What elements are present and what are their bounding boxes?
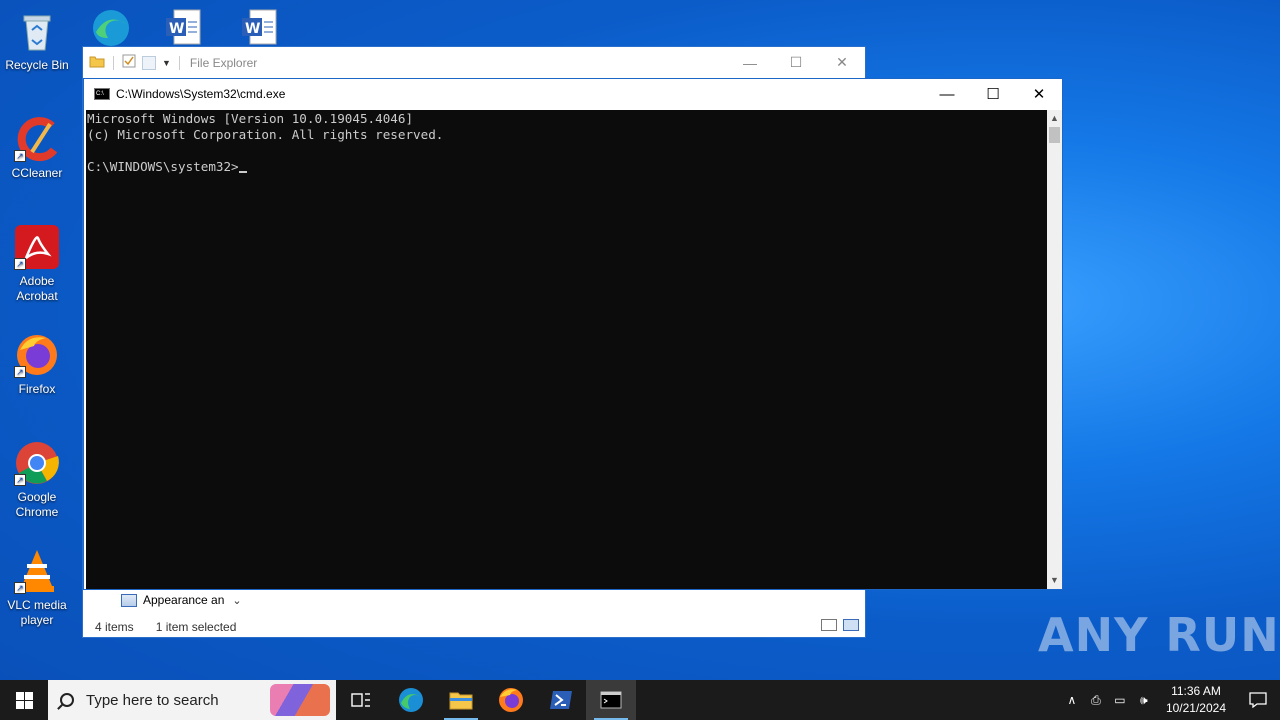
- desktop-icon-google-chrome[interactable]: ↗ Google Chrome: [0, 440, 74, 520]
- window-title: C:\Windows\System32\cmd.exe: [116, 87, 286, 101]
- chrome-icon: ↗: [14, 440, 60, 486]
- details-view-icon[interactable]: [821, 619, 837, 631]
- desktop-icon-label: Adobe Acrobat: [16, 274, 58, 303]
- start-button[interactable]: [0, 680, 48, 720]
- ccleaner-icon: ↗: [14, 116, 60, 162]
- desktop-icon-label: VLC media player: [7, 598, 67, 627]
- folder-icon: [89, 54, 105, 71]
- vlc-icon: ↗: [14, 548, 60, 594]
- search-highlight-image: [270, 684, 330, 716]
- firefox-icon: [499, 688, 523, 712]
- new-folder-icon[interactable]: [142, 55, 156, 70]
- maximize-button[interactable]: ☐: [970, 79, 1016, 109]
- task-view-icon: [351, 693, 370, 707]
- console-prompt: C:\WINDOWS\system32>: [87, 159, 239, 174]
- word-document-icon[interactable]: W: [240, 8, 286, 48]
- status-bar: 4 items 1 item selected: [95, 620, 236, 634]
- system-tray: ∧ ⎙ ▭ 🕪 11:36 AM 10/21/2024: [1060, 680, 1280, 720]
- cmd-icon: [600, 691, 622, 709]
- desktop-icon-vlc[interactable]: ↗ VLC media player: [0, 548, 74, 628]
- explorer-titlebar[interactable]: ▼ File Explorer — ☐ ✕: [83, 47, 865, 78]
- minimize-button[interactable]: —: [924, 79, 970, 109]
- action-center-button[interactable]: [1236, 680, 1280, 720]
- item-label: Appearance an: [143, 593, 225, 607]
- maximize-button[interactable]: ☐: [773, 48, 819, 78]
- device-icon[interactable]: ⎙: [1084, 693, 1108, 708]
- clock-date: 10/21/2024: [1165, 701, 1226, 715]
- cmd-app-icon: C:\: [94, 88, 110, 100]
- vertical-scrollbar[interactable]: ▲ ▼: [1047, 110, 1062, 589]
- edge-icon: [399, 688, 423, 712]
- properties-icon[interactable]: [122, 54, 136, 71]
- shortcut-arrow-icon: ↗: [14, 258, 26, 270]
- toolbar-divider: [113, 55, 114, 70]
- firefox-icon: ↗: [14, 332, 60, 378]
- svg-text:W: W: [169, 21, 184, 37]
- powershell-icon: [550, 691, 572, 709]
- chevron-up-icon[interactable]: ∧: [1060, 693, 1084, 707]
- recycle-bin-icon: [14, 8, 60, 54]
- desktop-icon-label: Google Chrome: [15, 490, 59, 519]
- window-title: File Explorer: [189, 55, 258, 70]
- shortcut-arrow-icon: ↗: [14, 474, 26, 486]
- svg-text:W: W: [245, 21, 260, 37]
- desktop-icon-recycle-bin[interactable]: Recycle Bin: [0, 8, 74, 73]
- search-placeholder: Type here to search: [86, 691, 219, 709]
- large-icons-view-icon[interactable]: [843, 619, 859, 631]
- adobe-acrobat-icon: ↗: [14, 224, 60, 270]
- desktop-icon-label: Recycle Bin: [5, 58, 69, 72]
- desktop-icon-adobe-acrobat[interactable]: ↗ Adobe Acrobat: [0, 224, 74, 304]
- notification-icon: [1249, 692, 1267, 708]
- item-count: 4 items: [95, 620, 134, 634]
- word-document-icon[interactable]: W: [164, 8, 210, 48]
- edge-desktop-icon[interactable]: [88, 6, 134, 46]
- minimize-button[interactable]: —: [727, 48, 773, 78]
- volume-icon[interactable]: 🕪: [1132, 693, 1156, 708]
- scroll-down-icon[interactable]: ▼: [1047, 572, 1062, 589]
- shortcut-arrow-icon: ↗: [14, 582, 26, 594]
- close-button[interactable]: ✕: [819, 48, 865, 78]
- taskbar-clock[interactable]: 11:36 AM 10/21/2024: [1156, 683, 1236, 717]
- taskbar-search-box[interactable]: Type here to search: [48, 680, 336, 720]
- desktop-icon-label: CCleaner: [11, 166, 63, 180]
- search-icon: [60, 693, 74, 707]
- anyrun-watermark: ANY RUN: [1038, 608, 1280, 662]
- taskbar-file-explorer[interactable]: [436, 680, 486, 720]
- console-prompt-line[interactable]: C:\WINDOWS\system32>: [87, 159, 1048, 175]
- toolbar-divider: [178, 55, 180, 70]
- scroll-up-icon[interactable]: ▲: [1047, 110, 1062, 127]
- taskbar-powershell[interactable]: [536, 680, 586, 720]
- scroll-thumb[interactable]: [1049, 127, 1060, 143]
- taskbar-firefox[interactable]: [486, 680, 536, 720]
- taskbar-cmd[interactable]: [586, 680, 636, 720]
- shortcut-arrow-icon: ↗: [14, 366, 26, 378]
- control-panel-icon: [121, 593, 137, 607]
- network-icon[interactable]: ▭: [1108, 693, 1132, 707]
- console-line: (c) Microsoft Corporation. All rights re…: [87, 127, 444, 142]
- cmd-window[interactable]: C:\ C:\Windows\System32\cmd.exe — ☐ ✕ Mi…: [83, 78, 1063, 590]
- chevron-down-icon[interactable]: ▼: [162, 58, 171, 68]
- console-output[interactable]: Microsoft Windows [Version 10.0.19045.40…: [86, 110, 1048, 589]
- taskbar: Type here to search ∧ ⎙ ▭ 🕪 11:36 AM 10/…: [0, 680, 1280, 720]
- taskbar-edge[interactable]: [386, 680, 436, 720]
- folder-icon: [449, 692, 473, 710]
- chevron-down-icon[interactable]: ⌄: [232, 594, 241, 607]
- clock-time: 11:36 AM: [1171, 684, 1221, 698]
- windows-logo-icon: [15, 691, 33, 709]
- list-item[interactable]: Appearance an ⌄: [121, 593, 242, 607]
- cmd-titlebar[interactable]: C:\ C:\Windows\System32\cmd.exe — ☐ ✕: [84, 79, 1062, 109]
- desktop-icon-label: Firefox: [18, 382, 56, 396]
- console-line: Microsoft Windows [Version 10.0.19045.40…: [87, 111, 414, 126]
- text-cursor: [238, 171, 247, 173]
- desktop-icon-ccleaner[interactable]: ↗ CCleaner: [0, 116, 74, 181]
- task-view-button[interactable]: [336, 680, 386, 720]
- close-button[interactable]: ✕: [1016, 79, 1062, 109]
- shortcut-arrow-icon: ↗: [14, 150, 26, 162]
- desktop-icon-firefox[interactable]: ↗ Firefox: [0, 332, 74, 397]
- selection-count: 1 item selected: [155, 620, 237, 634]
